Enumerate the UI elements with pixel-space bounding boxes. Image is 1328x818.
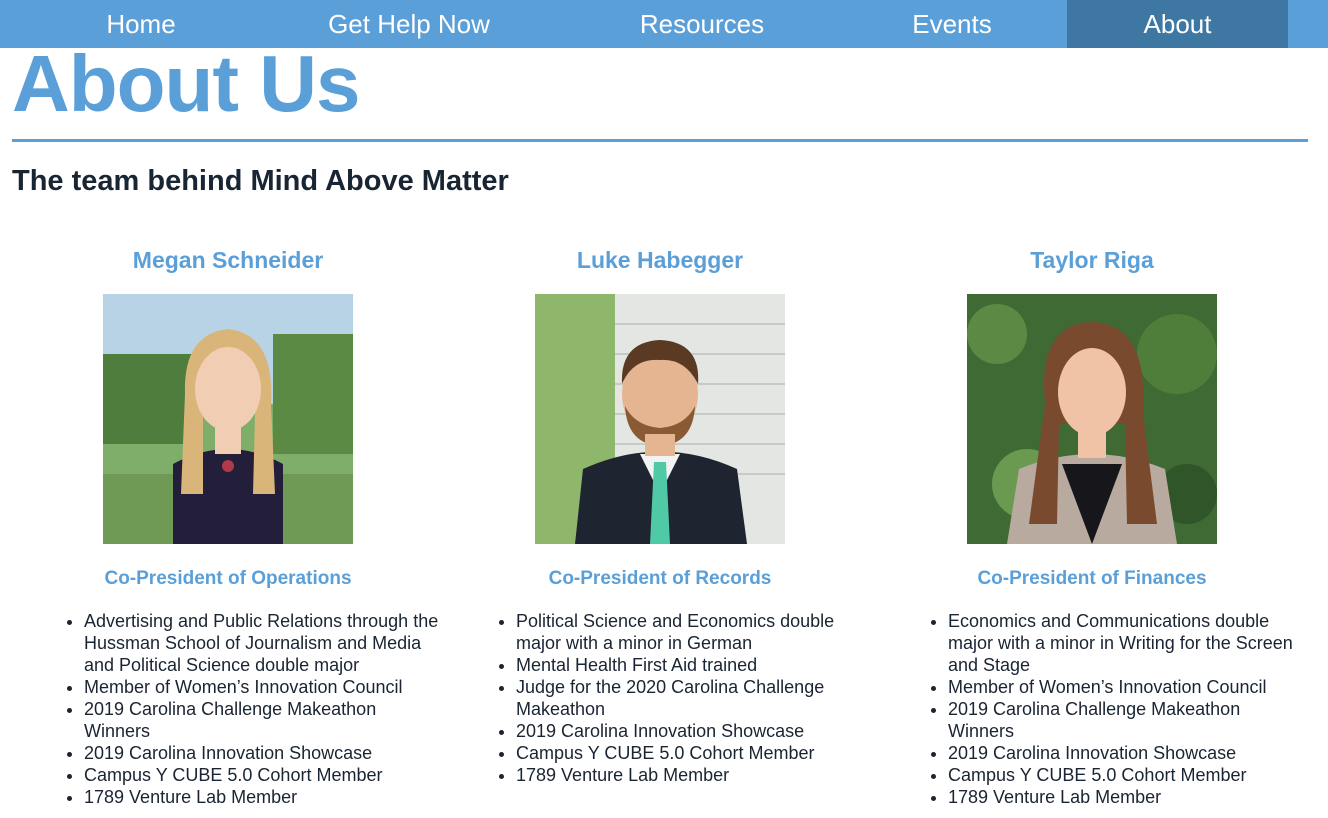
member-facts-list: Advertising and Public Relations through… <box>18 610 444 808</box>
nav-events[interactable]: Events <box>868 0 1036 48</box>
list-item: 2019 Carolina Innovation Showcase <box>84 742 444 764</box>
page-subtitle: The team behind Mind Above Matter <box>12 165 509 197</box>
member-facts-list: Economics and Communications double majo… <box>882 610 1308 808</box>
list-item: Economics and Communications double majo… <box>948 610 1308 676</box>
member-role: Co-President of Finances <box>977 568 1207 589</box>
member-facts-list: Political Science and Economics double m… <box>450 610 876 786</box>
list-item: Judge for the 2020 Carolina Challenge Ma… <box>516 676 876 720</box>
team-member-card: Megan Schneider Co-President of Operatio… <box>18 244 438 807</box>
portrait-photo-icon <box>535 294 785 544</box>
title-divider <box>12 139 1308 142</box>
list-item: Member of Women’s Innovation Council <box>948 676 1308 698</box>
list-item: Political Science and Economics double m… <box>516 610 876 654</box>
list-item: Member of Women’s Innovation Council <box>84 676 444 698</box>
list-item: Advertising and Public Relations through… <box>84 610 444 676</box>
member-role: Co-President of Operations <box>104 568 352 589</box>
portrait-photo-icon <box>967 294 1217 544</box>
list-item: Campus Y CUBE 5.0 Cohort Member <box>948 764 1308 786</box>
nav-about[interactable]: About <box>1067 0 1288 48</box>
list-item: 2019 Carolina Challenge Makeathon Winner… <box>948 698 1308 742</box>
list-item: 1789 Venture Lab Member <box>516 764 876 786</box>
list-item: Campus Y CUBE 5.0 Cohort Member <box>84 764 444 786</box>
team-member-card: Luke Habegger Co-President of Records • … <box>450 244 870 785</box>
list-item: Campus Y CUBE 5.0 Cohort Member <box>516 742 876 764</box>
list-item: 1789 Venture Lab Member <box>84 786 444 808</box>
list-item: Mental Health First Aid trained <box>516 654 876 676</box>
member-name: Luke Habegger <box>576 247 744 273</box>
page-title: About Us <box>12 39 361 128</box>
portrait-photo-icon <box>103 294 353 544</box>
member-role: Co-President of Records <box>548 568 772 589</box>
list-item: 2019 Carolina Innovation Showcase <box>948 742 1308 764</box>
list-item: 2019 Carolina Challenge Makeathon Winner… <box>84 698 444 742</box>
nav-resources[interactable]: Resources <box>536 0 868 48</box>
list-item: 1789 Venture Lab Member <box>948 786 1308 808</box>
member-name: Megan Schneider <box>132 247 324 273</box>
team-member-card: Taylor Riga Co-President of Finances Eco… <box>882 244 1302 807</box>
list-item: 2019 Carolina Innovation Showcase <box>516 720 876 742</box>
member-name: Taylor Riga <box>1030 247 1154 273</box>
